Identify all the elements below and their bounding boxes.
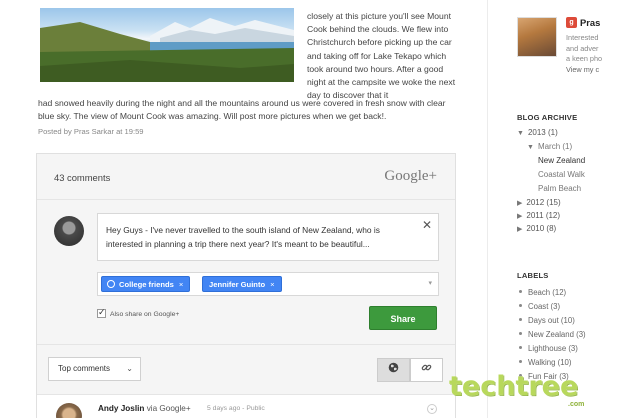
- comment-visibility: Public: [246, 405, 265, 412]
- archive-post-palm-beach[interactable]: Palm Beach: [538, 184, 581, 193]
- profile-avatar[interactable]: [517, 17, 557, 57]
- bullet-icon: [519, 318, 522, 321]
- chevron-down-icon: ⌄: [126, 364, 133, 373]
- link-filter-button[interactable]: [410, 358, 443, 382]
- comment-time[interactable]: 5 days ago: [207, 405, 240, 412]
- archive-post-new-zealand[interactable]: New Zealand: [538, 156, 585, 165]
- bullet-icon: [519, 304, 522, 307]
- label-text: Beach (12): [528, 288, 567, 297]
- user-avatar: [54, 216, 84, 246]
- meta-separator: -: [242, 405, 245, 412]
- triangle-down-icon[interactable]: ▼: [517, 130, 524, 137]
- archive-post-coastal-walk[interactable]: Coastal Walk: [538, 170, 585, 179]
- comment-author[interactable]: Andy Joslin: [98, 404, 144, 413]
- archive-month-march[interactable]: ▼ March (1): [527, 142, 572, 151]
- triangle-right-icon[interactable]: ▶: [517, 226, 522, 233]
- remove-chip-icon[interactable]: ×: [179, 280, 183, 289]
- label-text: Days out (10): [528, 316, 575, 325]
- comment-input-text: Hey Guys - I've never travelled to the s…: [106, 225, 380, 249]
- blog-page: closely at this picture you'll see Mount…: [0, 0, 620, 418]
- divider: [37, 344, 455, 345]
- label-link[interactable]: Lighthouse (3): [519, 344, 578, 353]
- label-text: Walking (10): [528, 358, 572, 367]
- share-with-field[interactable]: College friends × Jennifer Guinto × ▾: [97, 272, 439, 296]
- comments-header: 43 comments Google+: [37, 154, 455, 200]
- archive-year-2012[interactable]: ▶ 2012 (15): [517, 198, 561, 207]
- label-link[interactable]: Walking (10): [519, 358, 571, 367]
- labels-heading: LABELS: [517, 271, 549, 280]
- comment-count: 43 comments: [54, 172, 111, 183]
- chip-label: College friends: [119, 280, 174, 289]
- globe-icon: [388, 362, 399, 373]
- archive-label: 2010 (8): [526, 224, 557, 233]
- post-photo[interactable]: [40, 8, 294, 82]
- archive-label: March (1): [537, 142, 573, 151]
- archive-year-2011[interactable]: ▶ 2011 (12): [517, 211, 560, 220]
- chevron-down-icon[interactable]: ▾: [428, 279, 432, 287]
- comment-item: Andy Joslin via Google+ 5 days ago - Pub…: [37, 394, 455, 418]
- archive-year-2013[interactable]: ▼ 2013 (1): [517, 128, 558, 137]
- watermark-domain: .com: [568, 401, 585, 408]
- label-link[interactable]: Coast (3): [519, 302, 560, 311]
- view-profile-link[interactable]: View my c: [566, 65, 599, 74]
- commenter-avatar[interactable]: [56, 403, 82, 418]
- comment-via: via Google+: [146, 404, 191, 413]
- label-text: New Zealand (3): [528, 330, 586, 339]
- comment-meta: 5 days ago - Public: [207, 405, 265, 412]
- sidebar-divider: [487, 0, 488, 418]
- google-plus-logo: Google+: [384, 168, 437, 184]
- globe-filter-button[interactable]: [377, 358, 410, 382]
- profile-desc-line: and adver: [566, 43, 599, 53]
- also-share-label: Also share on Google+: [110, 311, 180, 318]
- label-link[interactable]: Beach (12): [519, 288, 566, 297]
- triangle-down-icon[interactable]: ▼: [527, 144, 534, 151]
- label-text: Lighthouse (3): [528, 344, 578, 353]
- comment-author-line: Andy Joslin via Google+: [98, 404, 191, 413]
- remove-chip-icon[interactable]: ×: [270, 280, 274, 289]
- triangle-right-icon[interactable]: ▶: [517, 213, 522, 220]
- circle-chip-college-friends[interactable]: College friends ×: [101, 276, 191, 292]
- also-share-checkbox-row[interactable]: Also share on Google+: [97, 307, 180, 318]
- chip-label: Jennifer Guinto: [209, 280, 266, 289]
- bullet-icon: [519, 346, 522, 349]
- profile-description: Interested and adver a keen pho: [566, 33, 602, 65]
- archive-year-2010[interactable]: ▶ 2010 (8): [517, 224, 556, 233]
- google-plus-comments: 43 comments Google+ Hey Guys - I've neve…: [36, 153, 456, 418]
- bullet-icon: [519, 360, 522, 363]
- label-link[interactable]: New Zealand (3): [519, 330, 586, 339]
- sort-comments-select[interactable]: Top comments ⌄: [48, 357, 141, 381]
- archive-label: 2013 (1): [527, 128, 558, 137]
- profile-desc-line: Interested: [566, 33, 599, 42]
- close-icon[interactable]: ✕: [422, 218, 432, 232]
- blog-archive-heading: BLOG ARCHIVE: [517, 113, 578, 122]
- circle-icon: [107, 280, 115, 288]
- comment-options-icon[interactable]: ⌄: [427, 404, 437, 414]
- bullet-icon: [519, 332, 522, 335]
- also-share-checkbox[interactable]: [97, 307, 106, 318]
- profile-name[interactable]: Pras: [580, 17, 600, 28]
- comment-input[interactable]: Hey Guys - I've never travelled to the s…: [97, 213, 439, 261]
- person-chip-jennifer-guinto[interactable]: Jennifer Guinto ×: [202, 276, 282, 292]
- post-body-continued: had snowed heavily during the night and …: [38, 98, 446, 122]
- profile-desc-line: a keen pho: [566, 54, 603, 63]
- archive-label: 2012 (15): [526, 198, 561, 207]
- google-plus-icon[interactable]: g: [566, 17, 577, 28]
- post-body-right: closely at this picture you'll see Mount…: [307, 11, 456, 101]
- share-button[interactable]: Share: [369, 306, 437, 330]
- sort-label: Top comments: [58, 364, 111, 373]
- label-link[interactable]: Days out (10): [519, 316, 575, 325]
- bullet-icon: [519, 290, 522, 293]
- link-icon: [421, 364, 432, 371]
- watermark-logo: techtree: [449, 371, 579, 402]
- archive-label: 2011 (12): [526, 211, 561, 220]
- triangle-right-icon[interactable]: ▶: [517, 200, 522, 207]
- landscape-image: [40, 18, 294, 82]
- label-text: Coast (3): [528, 302, 561, 311]
- post-meta: Posted by Pras Sarkar at 19:59: [38, 127, 144, 136]
